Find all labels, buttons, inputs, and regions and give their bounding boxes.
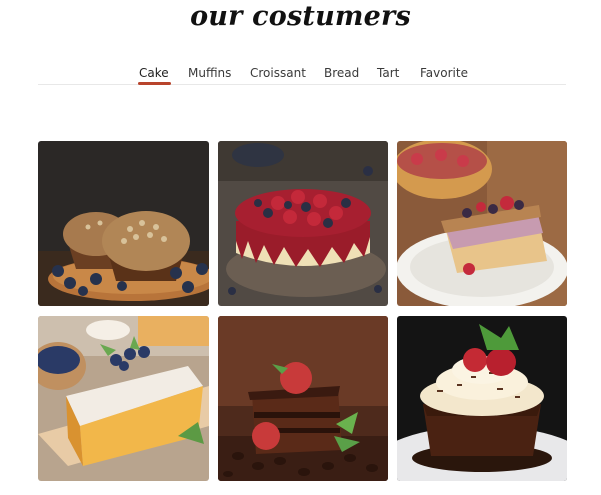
- active-tab-indicator: [138, 82, 171, 85]
- cupcake-photo: [397, 316, 567, 481]
- tab-cake[interactable]: Cake: [139, 66, 169, 80]
- gallery-item-muffins[interactable]: [38, 141, 209, 306]
- tab-tart[interactable]: Tart: [377, 66, 399, 80]
- tab-croissant[interactable]: Croissant: [250, 66, 306, 80]
- pound-cake-photo: [38, 316, 209, 481]
- chocolate-cake-photo: [218, 316, 388, 481]
- tart-slice-photo: [397, 141, 567, 306]
- page-title: our costumers: [190, 1, 411, 32]
- cheesecake-photo: [218, 141, 388, 306]
- muffin-photo: [38, 141, 209, 306]
- gallery-item-chocolate-cake[interactable]: [218, 316, 388, 481]
- gallery-item-cupcake[interactable]: [397, 316, 567, 481]
- category-tabs: Cake Muffins Croissant Bread Tart Favori…: [38, 64, 566, 85]
- tab-bread[interactable]: Bread: [324, 66, 359, 80]
- gallery-item-pound-cake[interactable]: [38, 316, 209, 481]
- tab-favorite[interactable]: Favorite: [420, 66, 468, 80]
- gallery-item-tart-slice[interactable]: [397, 141, 567, 306]
- gallery-item-cheesecake[interactable]: [218, 141, 388, 306]
- tab-muffins[interactable]: Muffins: [188, 66, 231, 80]
